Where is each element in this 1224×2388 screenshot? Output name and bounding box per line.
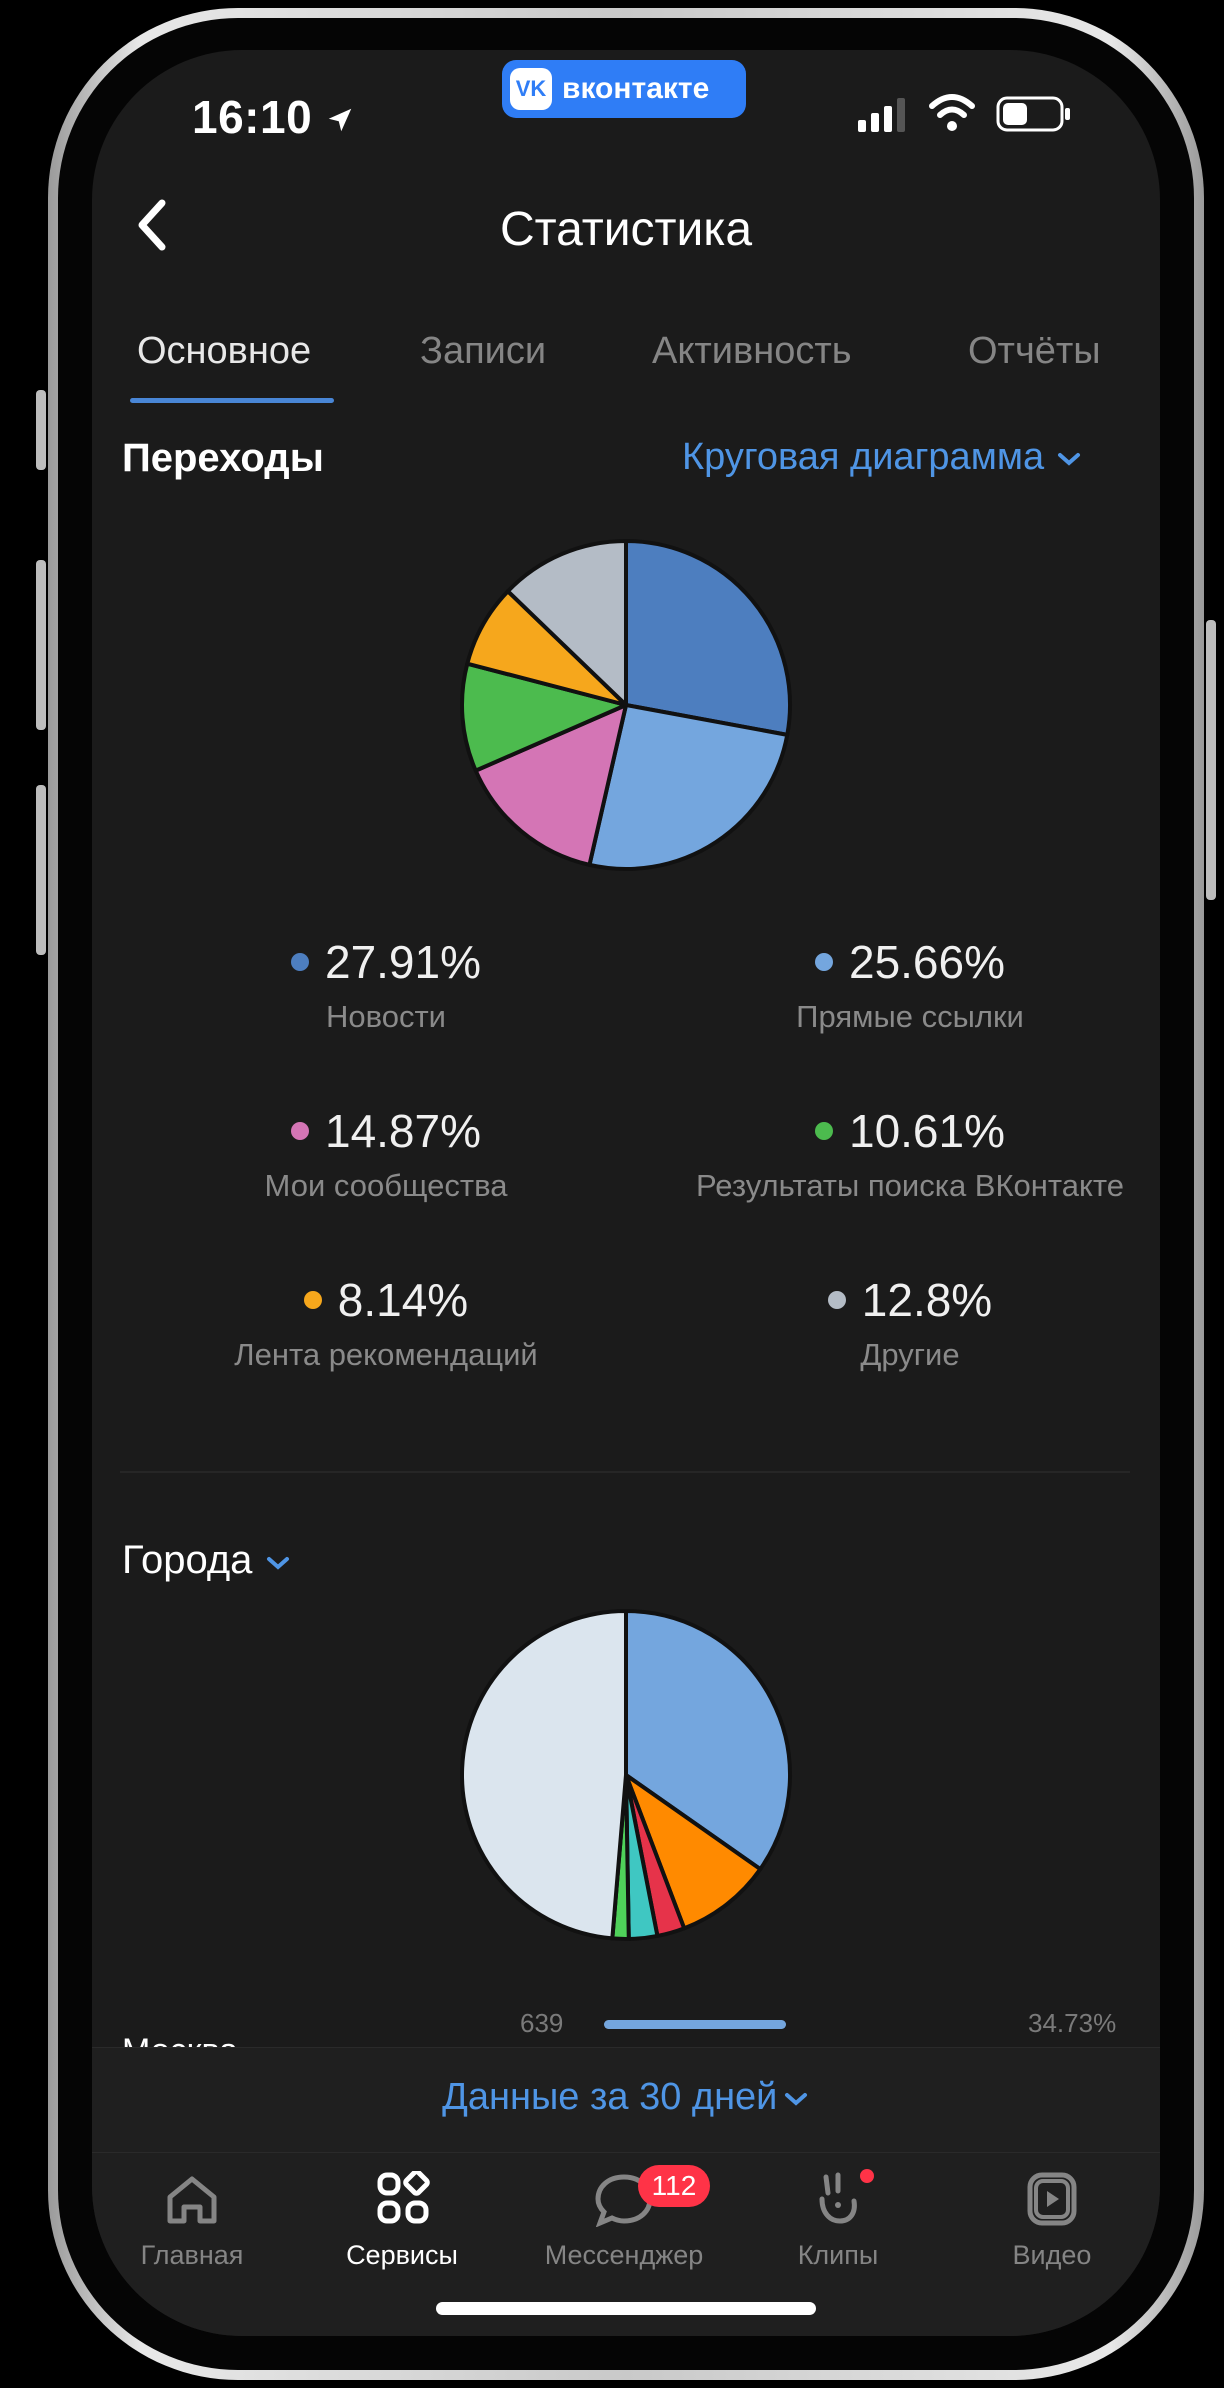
legend-label: Прямые ссылки	[796, 999, 1024, 1034]
home-indicator	[436, 2302, 816, 2315]
legend-item: 12.8% Другие	[660, 1273, 1160, 1373]
legend-dot	[814, 953, 833, 971]
clips-icon	[819, 2172, 857, 2224]
legend-dot	[290, 953, 309, 971]
legend-dot	[814, 1122, 833, 1140]
legend-value: 12.8%	[861, 1274, 993, 1326]
nav-clips[interactable]: Клипы	[748, 2169, 928, 2271]
legend-item: 10.61% Результаты поиска ВКонтакте	[660, 1104, 1160, 1204]
pie-slice	[459, 1609, 628, 1941]
pie-slice	[624, 539, 792, 737]
nav-label: Главная	[140, 2240, 244, 2270]
nav-messenger[interactable]: 112 Мессенджер	[534, 2165, 714, 2271]
city-count: 639	[520, 2008, 564, 2038]
transitions-pie-chart	[460, 539, 792, 871]
cities-selector[interactable]: Города	[122, 1538, 292, 1583]
legend-item: 27.91% Новости	[136, 935, 636, 1035]
cities-title: Города	[122, 1538, 253, 1582]
charts-layer	[459, 539, 792, 1941]
unread-badge: 112	[638, 2165, 710, 2207]
section-divider	[120, 1471, 1130, 1473]
legend-item: 14.87% Мои сообщества	[136, 1104, 636, 1204]
legend-dot	[827, 1291, 846, 1309]
legend-item: 25.66% Прямые ссылки	[660, 935, 1160, 1035]
legend-value: 10.61%	[848, 1105, 1005, 1157]
period-label: Данные за 30 дней	[442, 2076, 778, 2118]
home-icon	[167, 2176, 217, 2224]
legend-value: 25.66%	[848, 936, 1005, 988]
app-screen: 16:10 VK вконтакте Статистика Основное З…	[92, 50, 1160, 2336]
legend-dot	[290, 1122, 309, 1140]
legend-value: 27.91%	[324, 936, 481, 988]
nav-label: Сервисы	[346, 2240, 458, 2270]
chevron-down-icon	[266, 1557, 289, 1570]
side-button	[36, 390, 46, 470]
city-bar-track	[604, 2020, 786, 2029]
city-percent: 34.73%	[1028, 2008, 1117, 2038]
notification-dot	[860, 2169, 874, 2183]
nav-services[interactable]: Сервисы	[312, 2169, 492, 2271]
side-button	[1206, 620, 1216, 900]
period-bar: Данные за 30 дней	[92, 2047, 1160, 2153]
nav-home[interactable]: Главная	[102, 2171, 282, 2271]
chevron-down-icon	[784, 2093, 807, 2106]
legend-label: Новости	[325, 999, 446, 1034]
legend-label: Мои сообщества	[264, 1168, 508, 1203]
city-bar-fill	[604, 2020, 786, 2029]
side-button	[36, 785, 46, 955]
services-icon	[377, 2169, 430, 2224]
legend-dot	[303, 1291, 322, 1309]
nav-label: Мессенджер	[544, 2240, 704, 2270]
legend-label: Лента рекомендаций	[234, 1337, 538, 1372]
legend-value: 8.14%	[337, 1274, 469, 1326]
nav-label: Видео	[1012, 2240, 1092, 2270]
legend-item: 8.14% Лента рекомендаций	[136, 1273, 636, 1373]
video-icon	[1027, 2172, 1077, 2226]
period-selector[interactable]: Данные за 30 дней	[92, 2076, 1160, 2119]
legend-value: 14.87%	[324, 1105, 481, 1157]
legend-label: Результаты поиска ВКонтакте	[695, 1168, 1124, 1203]
legend-label: Другие	[860, 1337, 960, 1372]
nav-video[interactable]: Видео	[962, 2171, 1142, 2271]
cities-pie-chart	[459, 1609, 792, 1941]
nav-label: Клипы	[797, 2240, 879, 2270]
side-button	[36, 560, 46, 730]
